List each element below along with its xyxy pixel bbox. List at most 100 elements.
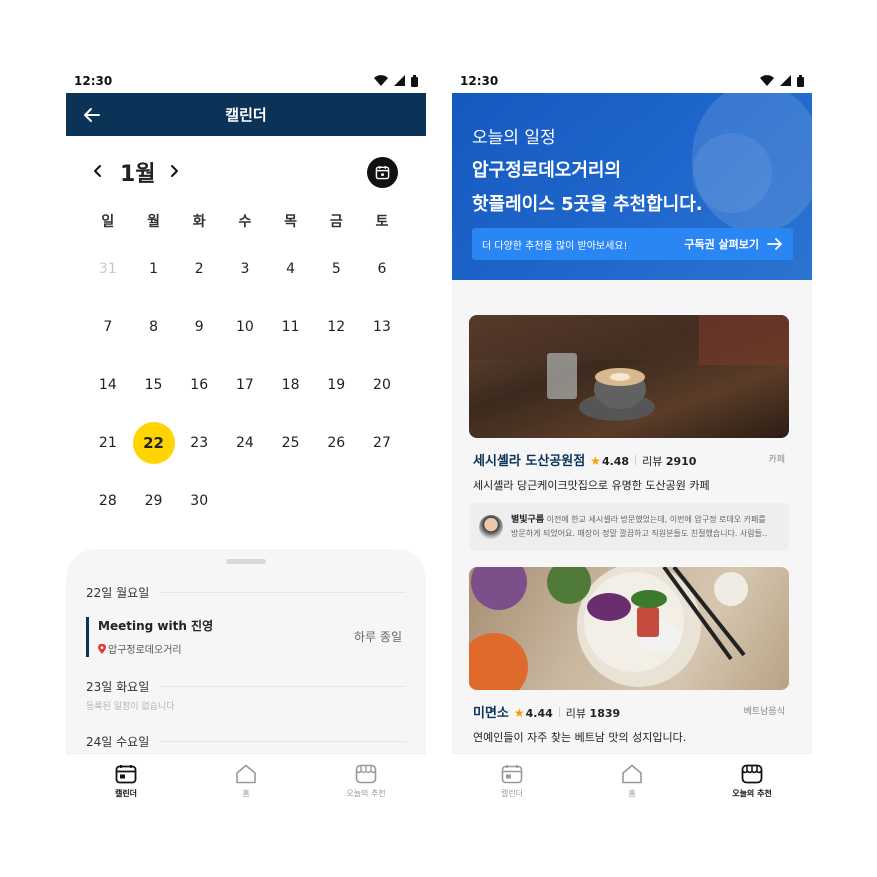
- calendar-day[interactable]: 28: [85, 472, 131, 530]
- review-preview[interactable]: 별빛구름 이전에 한교 세시셸라 방문했었는데, 이번에 압구정 로데오 카페를…: [469, 503, 789, 551]
- banner-subtitle: 오늘의 일정: [472, 128, 556, 148]
- place-rating: 4.44: [525, 707, 553, 720]
- calendar-day[interactable]: 21: [85, 414, 131, 472]
- calendar-day[interactable]: 20: [359, 356, 405, 414]
- calendar-day[interactable]: 17: [222, 356, 268, 414]
- divider: [159, 591, 406, 593]
- calendar-day[interactable]: 23: [176, 414, 222, 472]
- calendar-day[interactable]: 8: [131, 298, 177, 356]
- calendar-day[interactable]: 1: [131, 240, 177, 298]
- schedule-date-header: 23일 화요일: [66, 675, 426, 697]
- calendar-day-label: 29: [144, 493, 163, 509]
- star-icon: ★: [590, 454, 601, 468]
- wifi-icon: [760, 75, 774, 86]
- nav-calendar[interactable]: 캘린더: [66, 754, 186, 808]
- signal-icon: [394, 75, 405, 86]
- battery-icon: [411, 74, 418, 87]
- calendar-day-label: 19: [327, 377, 346, 393]
- calendar-day-label: 8: [149, 319, 158, 335]
- nav-home[interactable]: 홈: [572, 754, 692, 808]
- calendar-day[interactable]: 2: [176, 240, 222, 298]
- calendar-day-label: 12: [327, 319, 346, 335]
- calendar-day[interactable]: 30: [176, 472, 222, 530]
- calendar-day[interactable]: 29: [131, 472, 177, 530]
- calendar-day[interactable]: 9: [176, 298, 222, 356]
- calendar-day[interactable]: 26: [313, 414, 359, 472]
- status-bar: 12:30: [66, 68, 426, 93]
- review-label: 리뷰: [565, 707, 587, 720]
- review-count: 리뷰 2910: [642, 453, 696, 469]
- event-time: 하루 종일: [354, 630, 402, 644]
- nav-label: 홈: [628, 788, 636, 798]
- star-icon: ★: [513, 706, 525, 720]
- calendar-day-label: 9: [194, 319, 204, 335]
- banner-title-line1: 압구정로데오거리의: [472, 160, 622, 181]
- recommend-screen: 12:30 오늘의 일정 압구정로데오거리의 핫플레이스 5곳을 추천합니다. …: [452, 68, 812, 808]
- schedule-date-label: 24일 수요일: [86, 734, 150, 749]
- calendar-day[interactable]: 3: [222, 240, 268, 298]
- banner-title-line2: 핫플레이스 5곳을 추천합니다.: [472, 194, 703, 215]
- review-text-line2: 방문하게 되었어요. 매장이 정말 깔끔하고 직원분들도 친절했습니다. 사람들…: [511, 529, 768, 538]
- review-text-line1: 이전에 한교 세시셸라 방문했었는데, 이번에 압구정 로데오 카페를: [546, 515, 766, 524]
- weekday-header: 일 월 화 수 목 금 토: [66, 208, 426, 234]
- day-grid: 31 1 2 3 4 5 6 7 8 9 10 11 12 13 14 15 16 17 18 19 20 21 22 23 2…: [66, 234, 426, 530]
- nav-calendar[interactable]: 캘린더: [452, 754, 572, 808]
- calendar-day[interactable]: 7: [85, 298, 131, 356]
- prev-month-icon[interactable]: [92, 162, 108, 183]
- place-card[interactable]: 세시셸라 도산공원점 ★ 4.48 리뷰 2910 카페 세시셸라 당근케이크맛…: [469, 315, 789, 551]
- calendar-day[interactable]: 12: [313, 298, 359, 356]
- calendar-day[interactable]: 5: [313, 240, 359, 298]
- calendar-day-label: 24: [235, 435, 254, 451]
- calendar-icon: [501, 764, 523, 783]
- calendar-day[interactable]: 10: [222, 298, 268, 356]
- subscription-button[interactable]: 더 다양한 추천을 많이 받아보세요! 구독권 살펴보기: [472, 228, 793, 260]
- calendar-day[interactable]: 19: [313, 356, 359, 414]
- home-icon: [622, 764, 642, 783]
- nav-label: 오늘의 추천: [732, 788, 772, 798]
- nav-today[interactable]: 오늘의 추천: [306, 754, 426, 808]
- home-icon: [236, 764, 256, 783]
- calendar-day-selected[interactable]: 22: [131, 414, 177, 472]
- bottom-nav: 캘린더 홈 오늘의 추천: [452, 753, 812, 808]
- weekday-label: 목: [284, 214, 298, 230]
- weekday-label: 토: [375, 214, 389, 230]
- calendar-day[interactable]: 13: [359, 298, 405, 356]
- review-count-value: 2910: [665, 455, 697, 468]
- schedule-date-header: 24일 수요일: [66, 730, 426, 752]
- place-category: 베트남음식: [743, 707, 785, 717]
- calendar-day[interactable]: 24: [222, 414, 268, 472]
- back-arrow-icon[interactable]: [80, 103, 104, 127]
- month-selector: 1월: [66, 136, 426, 208]
- calendar-day[interactable]: 25: [268, 414, 314, 472]
- calendar-day[interactable]: 11: [268, 298, 314, 356]
- calendar-day[interactable]: 6: [359, 240, 405, 298]
- weekday-label: 월: [147, 214, 160, 230]
- status-bar: 12:30: [452, 68, 812, 93]
- calendar-day-label: 27: [373, 435, 391, 451]
- calendar-day[interactable]: 14: [85, 356, 131, 414]
- arrow-right-icon: [767, 238, 782, 250]
- calendar-day-label: 21: [98, 435, 117, 451]
- calendar-day-label: 30: [190, 493, 209, 509]
- store-icon: [355, 764, 377, 783]
- calendar-day[interactable]: 16: [176, 356, 222, 414]
- calendar-day[interactable]: 15: [131, 356, 177, 414]
- today-button[interactable]: [367, 157, 398, 188]
- calendar-day[interactable]: 31: [85, 240, 131, 298]
- review-count-value: 1839: [589, 707, 621, 720]
- calendar-day[interactable]: 27: [359, 414, 405, 472]
- calendar-day[interactable]: 18: [268, 356, 314, 414]
- next-month-icon[interactable]: [168, 162, 184, 183]
- review-text: 별빛구름 이전에 한교 세시셸라 방문했었는데, 이번에 압구정 로데오 카페를…: [511, 513, 767, 541]
- store-icon: [741, 764, 763, 783]
- sheet-handle[interactable]: [226, 559, 266, 564]
- event-item[interactable]: Meeting with 진영 압구정로데오거리 하루 종일: [86, 617, 406, 657]
- weekday-label: 화: [192, 214, 206, 230]
- calendar-day[interactable]: 4: [268, 240, 314, 298]
- place-rating: 4.48: [601, 455, 630, 468]
- nav-home[interactable]: 홈: [186, 754, 306, 808]
- weekday-label: 금: [329, 214, 343, 230]
- nav-today[interactable]: 오늘의 추천: [692, 754, 812, 808]
- calendar-day-label: 7: [103, 319, 113, 335]
- place-photo: [469, 315, 789, 438]
